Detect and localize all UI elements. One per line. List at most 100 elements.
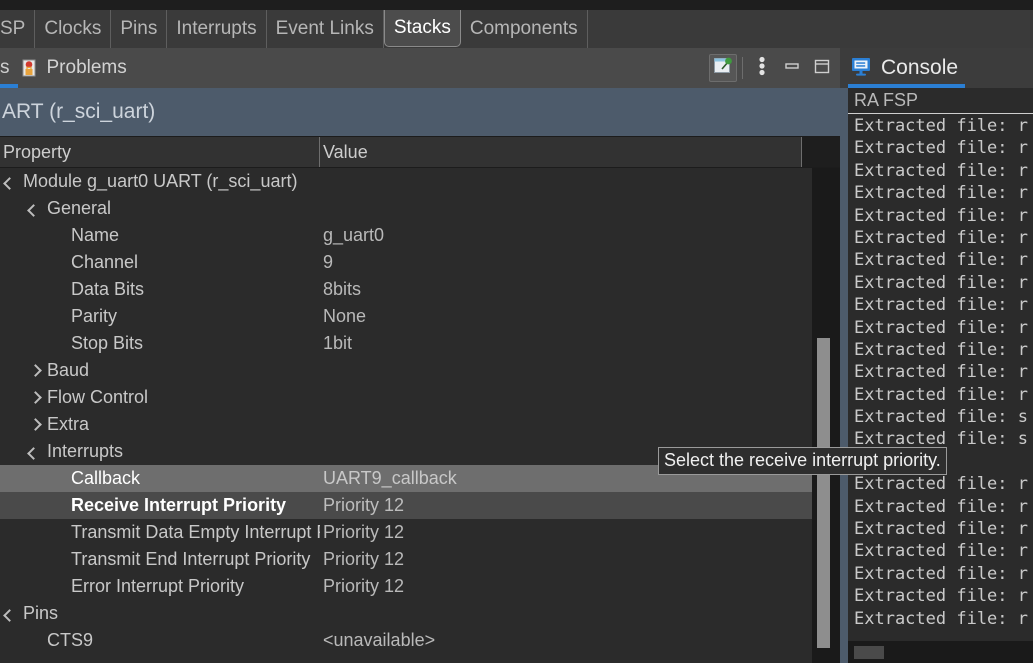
table-row[interactable]: Stop Bits 1bit	[0, 330, 812, 357]
value-cell[interactable]: 8bits	[320, 279, 812, 300]
property-cell: Transmit End Interrupt Priority	[0, 549, 320, 570]
table-row[interactable]: Error Interrupt Priority Priority 12	[0, 573, 812, 600]
editor-tab-components[interactable]: Components	[460, 10, 588, 48]
console-line-list: Extracted file: r Extracted file: r Extrac…	[848, 115, 1033, 641]
properties-title-bar: ART (r_sci_uart)	[0, 88, 840, 136]
console-line: Extracted file: s	[854, 407, 1028, 428]
expander-placeholder	[52, 229, 66, 243]
problems-icon	[20, 59, 39, 78]
stacks-properties-panel: s Problems ART (r_sci_uart) Property Val…	[0, 48, 840, 663]
value-cell[interactable]: Priority 12	[320, 495, 812, 516]
console-output[interactable]: RA FSP Extracted file: r Extracted file: …	[848, 88, 1033, 663]
toolbar-separator	[742, 57, 743, 79]
chevron-down-icon[interactable]	[4, 607, 18, 621]
value-cell[interactable]: Priority 12	[320, 522, 812, 543]
properties-vertical-scrollbar[interactable]	[812, 168, 840, 663]
console-line: Extracted file: r	[854, 474, 1028, 495]
table-row[interactable]: CTS9 <unavailable>	[0, 627, 812, 654]
editor-tab-stacks[interactable]: Stacks	[383, 10, 461, 47]
property-label: Extra	[47, 414, 90, 434]
editor-tab-label: Event Links	[275, 18, 374, 39]
view-tab-partial-previous[interactable]: s	[0, 48, 12, 88]
table-row[interactable]: Transmit End Interrupt Priority Priority …	[0, 546, 812, 573]
editor-tab-strip-filler	[587, 10, 1033, 48]
console-tab-row: Console	[840, 48, 1033, 88]
tooltip: Select the receive interrupt priority.	[658, 447, 947, 475]
editor-tab-clocks[interactable]: Clocks	[35, 10, 112, 48]
console-line: Extracted file: r	[854, 496, 1028, 517]
console-line: Extracted file: r	[854, 339, 1028, 360]
table-row[interactable]: Name g_uart0	[0, 222, 812, 249]
table-row[interactable]: Module g_uart0 UART (r_sci_uart)	[0, 168, 812, 195]
property-label: General	[47, 198, 112, 218]
value-cell[interactable]: g_uart0	[320, 225, 812, 246]
value-cell[interactable]: 1bit	[320, 333, 812, 354]
console-tab-label[interactable]: Console	[881, 56, 958, 80]
properties-scrollbar-thumb[interactable]	[817, 338, 830, 648]
properties-table-header: Property Value	[0, 136, 840, 168]
editor-tab-label: Stacks	[393, 17, 451, 38]
console-hscrollbar-thumb[interactable]	[854, 646, 884, 659]
chevron-down-icon[interactable]	[28, 202, 42, 216]
property-cell: Callback	[0, 468, 320, 489]
value-cell[interactable]: Priority 12	[320, 549, 812, 570]
property-label: Module g_uart0 UART (r_sci_uart)	[23, 171, 298, 191]
table-row[interactable]: Receive Interrupt Priority Priority 12	[0, 492, 812, 519]
chevron-right-icon[interactable]	[28, 391, 42, 405]
property-label: Interrupts	[47, 441, 124, 461]
restore-view-button[interactable]	[709, 54, 737, 82]
value-cell[interactable]: None	[320, 306, 812, 327]
editor-tab-sp[interactable]: SP	[0, 10, 36, 48]
chevron-down-icon[interactable]	[4, 175, 18, 189]
property-cell: Transmit Data Empty Interrupt Priority	[0, 522, 320, 543]
editor-tab-pins[interactable]: Pins	[111, 10, 168, 48]
property-cell: CTS9	[0, 630, 320, 651]
maximize-view-button[interactable]	[808, 54, 836, 82]
view-tab-problems[interactable]: Problems	[12, 48, 137, 88]
maximize-icon	[812, 56, 832, 81]
table-row[interactable]: Data Bits 8bits	[0, 276, 812, 303]
table-row[interactable]: Extra	[0, 411, 812, 438]
editor-tab-event-links[interactable]: Event Links	[266, 10, 384, 48]
property-cell: Flow Control	[0, 387, 320, 408]
minimize-view-button[interactable]	[778, 54, 806, 82]
table-row[interactable]: Channel 9	[0, 249, 812, 276]
console-line: Extracted file: r	[854, 205, 1028, 226]
expander-placeholder	[52, 526, 66, 540]
chevron-right-icon[interactable]	[28, 418, 42, 432]
table-row[interactable]: Baud	[0, 357, 812, 384]
expander-placeholder	[28, 634, 42, 648]
properties-tree[interactable]: Module g_uart0 UART (r_sci_uart) General N…	[0, 168, 840, 663]
property-cell: Extra	[0, 414, 320, 435]
column-header-value[interactable]: Value	[320, 137, 802, 167]
property-cell: Interrupts	[0, 441, 320, 462]
editor-tab-interrupts[interactable]: Interrupts	[167, 10, 267, 48]
table-row[interactable]: Parity None	[0, 303, 812, 330]
property-cell: Receive Interrupt Priority	[0, 495, 320, 516]
chevron-right-icon[interactable]	[28, 364, 42, 378]
table-row[interactable]: Pins	[0, 600, 812, 627]
column-header-property[interactable]: Property	[0, 137, 320, 167]
value-cell[interactable]: <unavailable>	[320, 630, 812, 651]
property-label: Data Bits	[71, 279, 145, 299]
console-horizontal-scrollbar[interactable]	[848, 641, 1033, 663]
view-tab-partial-label: s	[0, 57, 10, 78]
console-line: Extracted file: r	[854, 160, 1028, 181]
view-menu-icon	[759, 56, 765, 81]
expander-placeholder	[52, 580, 66, 594]
table-row[interactable]: Transmit Data Empty Interrupt PriorityPr…	[0, 519, 812, 546]
table-row[interactable]: Flow Control	[0, 384, 812, 411]
value-cell[interactable]: Priority 12	[320, 576, 812, 597]
table-row[interactable]: General	[0, 195, 812, 222]
property-label: Stop Bits	[71, 333, 144, 353]
expander-placeholder	[52, 283, 66, 297]
expander-placeholder	[52, 553, 66, 567]
view-menu-button[interactable]	[748, 54, 776, 82]
console-left-gutter	[840, 88, 848, 663]
value-cell[interactable]: 9	[320, 252, 812, 273]
property-label: Name	[71, 225, 120, 245]
console-line: Extracted file: r	[854, 563, 1028, 584]
property-cell: General	[0, 198, 320, 219]
chevron-down-icon[interactable]	[28, 445, 42, 459]
editor-tab-label: Components	[469, 18, 578, 39]
